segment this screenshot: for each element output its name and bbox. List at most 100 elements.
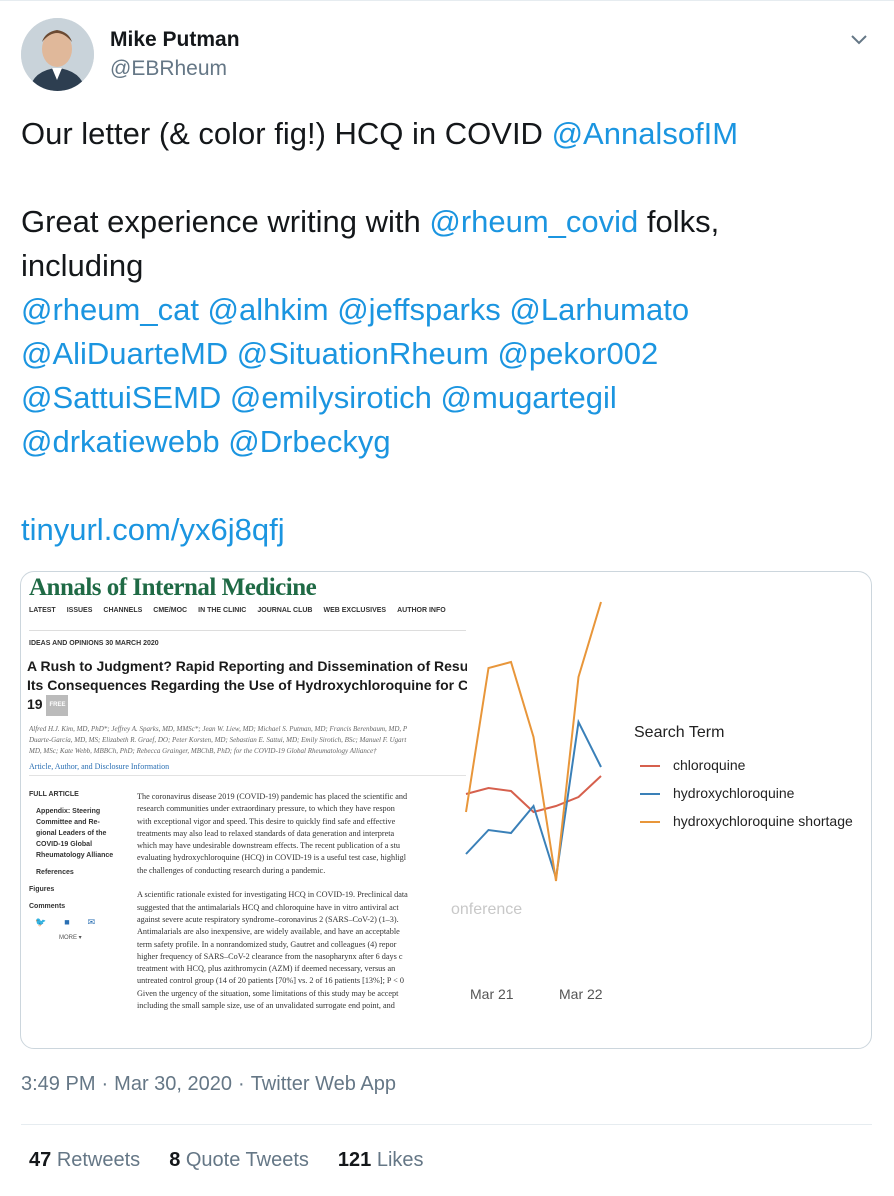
article-body-line: The coronavirus disease 2019 (COVID-19) … (137, 792, 408, 801)
mention-link[interactable]: @drkatiewebb @Drbeckyg (21, 424, 391, 459)
article-authors: Alfred H.J. Kim, MD, PhD*; Jeffrey A. Sp… (29, 724, 466, 757)
quote-tweets-count: 8 (169, 1149, 181, 1171)
facebook-icon: ■ (64, 917, 70, 927)
authors-line: Alfred H.J. Kim, MD, PhD*; Jeffrey A. Sp… (29, 725, 408, 733)
disclosure-link: Article, Author, and Disclosure Informat… (29, 762, 170, 771)
mention-link[interactable]: @SattuiSEMD @emilysirotich @mugartegil (21, 380, 617, 415)
article-body-line: higher frequency of SARS–CoV-2 clearance… (137, 951, 403, 961)
legend-item: chloroquine (640, 757, 745, 773)
x-tick-label: Mar 21 (470, 986, 514, 1002)
article-body-line (137, 877, 466, 889)
legend-swatch (640, 765, 660, 768)
avatar[interactable] (21, 18, 94, 91)
legend-item: hydroxychloroquine shortage (640, 813, 853, 829)
mention-link[interactable]: tinyurl.com/yx6j8qfj (21, 512, 285, 547)
author-handle[interactable]: @EBRheum (110, 57, 227, 81)
legend-label: hydroxychloroquine (673, 785, 795, 801)
mention-link[interactable]: @AliDuarteMD @SituationRheum @pekor002 (21, 336, 658, 371)
media-image[interactable]: Annals of Internal Medicine LATEST ISSUES… (20, 571, 872, 1049)
journal-divider (29, 775, 466, 776)
retweets-count: 47 (29, 1149, 52, 1171)
tweet-line (21, 156, 871, 200)
journal-nav: LATEST ISSUES CHANNELS CME/MOC IN THE CLINIC… (29, 607, 446, 614)
sidebar-heading: FULL ARTICLE (29, 791, 79, 798)
top-divider (0, 0, 894, 1)
article-body: The coronavirus disease 2019 (COVID-19) … (137, 791, 466, 1012)
retweets-stat[interactable]: 47 Retweets (29, 1149, 140, 1172)
article-body-line: Antimalarials are also inexpensive, are … (137, 927, 400, 937)
x-tick-label: Mar 22 (559, 986, 603, 1002)
journal-nav-item: CHANNELS (103, 607, 143, 614)
author-name[interactable]: Mike Putman (110, 28, 240, 52)
authors-line: MD, MSc; Kate Webb, MBBCh, PhD; Rebecca … (29, 747, 377, 755)
mention-link[interactable]: @AnnalsofIM (552, 116, 739, 151)
more-label: MORE ▾ (59, 935, 82, 941)
journal-nav-item: ISSUES (66, 607, 93, 614)
sidebar-item: Comments (29, 903, 66, 910)
tweet-client[interactable]: Twitter Web App (251, 1073, 396, 1095)
journal-nav-item: JOURNAL CLUB (257, 607, 313, 614)
article-body-line: including the small sample size, use of … (137, 1001, 395, 1011)
free-badge: FREE (46, 695, 69, 716)
tweet-line: including (21, 244, 871, 288)
article-body-line: treatments may also lead to relaxed stan… (137, 828, 395, 838)
tweet-text-segment: including (21, 248, 144, 283)
tweet-line: Great experience writing with @rheum_cov… (21, 200, 871, 244)
tweet-line: @drkatiewebb @Drbeckyg (21, 420, 871, 464)
article-body-line: the challenges of conducting research du… (137, 865, 326, 875)
likes-count: 121 (337, 1149, 372, 1171)
sidebar-item: Figures (29, 886, 55, 893)
separator-dot: · (238, 1073, 245, 1095)
journal-divider (29, 630, 466, 631)
mention-link[interactable]: @rheum_cat @alhkim @jeffsparks @Larhumat… (21, 292, 689, 327)
article-title: A Rush to Judgment? Rapid Reporting and … (27, 657, 467, 716)
email-icon: ✉ (87, 917, 96, 927)
tweet-line: @SattuiSEMD @emilysirotich @mugartegil (21, 376, 871, 420)
likes-stat[interactable]: 121 Likes (338, 1149, 424, 1172)
mention-link[interactable]: @rheum_covid (429, 204, 638, 239)
tweet-line: @rheum_cat @alhkim @jeffsparks @Larhumat… (21, 288, 871, 332)
tweet-text-segment: folks, (638, 204, 720, 239)
article-sidebar: FULL ARTICLE Appendix: Steering Committe… (29, 789, 114, 912)
twitter-icon: 🐦 (35, 917, 47, 927)
tweet-text-segment: Great experience writing with (21, 204, 430, 239)
tweet-meta: 3:49 PM · Mar 30, 2020 · Twitter Web App (21, 1073, 396, 1096)
journal-screenshot: Annals of Internal Medicine LATEST ISSUES… (21, 572, 467, 1048)
tweet-line: @AliDuarteMD @SituationRheum @pekor002 (21, 332, 871, 376)
legend-title: Search Term (634, 724, 725, 741)
retweets-label: Retweets (56, 1149, 141, 1171)
journal-nav-item: CME/MOC (153, 607, 188, 614)
article-body-line: suggested that the antimalarials HCQ and… (137, 902, 399, 912)
authors-line: Duarte-García, MD, MS; Elizabeth R. Grae… (29, 736, 407, 744)
article-body-line: with exceptional vigor and speed. This d… (137, 816, 396, 826)
tweet-line: Our letter (& color fig!) HCQ in COVID @… (21, 112, 871, 156)
quote-tweets-stat[interactable]: 8 Quote Tweets (169, 1149, 309, 1172)
chevron-down-icon[interactable] (846, 26, 872, 52)
tweet-text-segment: Our letter (& color fig!) HCQ in COVID (21, 116, 552, 151)
separator-dot: · (101, 1073, 109, 1095)
share-icons: 🐦 ■ ✉ (35, 917, 95, 928)
article-body-line: Given the urgency of the situation, some… (137, 988, 399, 998)
journal-nav-item: AUTHOR INFO (397, 607, 446, 614)
legend-swatch (640, 821, 660, 824)
article-title-line: Its Consequences Regarding the Use of Hy… (27, 677, 467, 693)
tweet-time[interactable]: 3:49 PM (21, 1073, 95, 1095)
legend-item: hydroxychloroquine (640, 785, 794, 801)
tweet-date[interactable]: Mar 30, 2020 (114, 1073, 232, 1095)
article-body-line: treatment with HCQ, plus azithromycin (A… (137, 964, 396, 974)
tweet-stats: 47 Retweets 8 Quote Tweets 121 Likes (29, 1149, 453, 1172)
journal-nav-item: IN THE CLINIC (198, 607, 247, 614)
article-body-line: evaluating hydroxychloroquine (HCQ) in C… (137, 853, 406, 863)
quote-tweets-label: Quote Tweets (185, 1149, 309, 1171)
sidebar-appendix: Appendix: Steering Committee and Re-gion… (36, 808, 114, 859)
article-body-line: research communities under extraordinary… (137, 804, 395, 814)
article-body-line: against severe acute respiratory syndrom… (137, 914, 399, 924)
tweet-text: Our letter (& color fig!) HCQ in COVID @… (21, 112, 871, 552)
tweet-line (21, 464, 871, 508)
stats-divider (21, 1124, 872, 1125)
legend-label: hydroxychloroquine shortage (673, 813, 853, 829)
series-line-1 (465, 718, 602, 879)
chart-ghost-text: onference (451, 901, 523, 918)
legend-swatch (640, 793, 660, 796)
series-line-2 (465, 601, 602, 882)
